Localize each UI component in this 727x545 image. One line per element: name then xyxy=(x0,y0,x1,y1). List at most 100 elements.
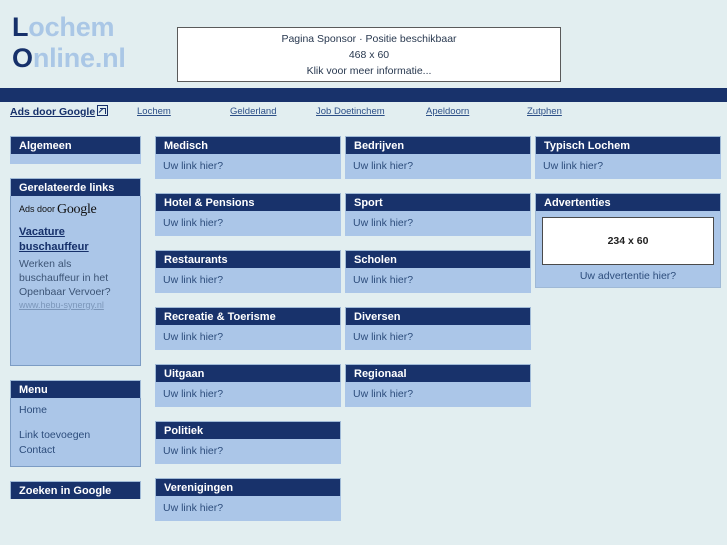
link-here-politiek[interactable]: Uw link hier? xyxy=(163,445,223,457)
sidebar-menu-item-contact[interactable]: Contact xyxy=(19,443,132,458)
logo-rest-ochem: ochem xyxy=(28,12,115,42)
sidebar-panel-menu: Menu Home Link toevoegen Contact xyxy=(10,380,141,467)
sidebar-menu-body: Home Link toevoegen Contact xyxy=(10,398,141,467)
category-panel-hotel-pensions: Hotel & Pensions Uw link hier? xyxy=(155,193,341,236)
sidebar: Algemeen Gerelateerde links Ads door Goog… xyxy=(10,136,141,513)
advertenties-title: Advertenties xyxy=(535,193,721,211)
category-title-politiek: Politiek xyxy=(155,421,341,439)
category-body-politiek: Uw link hier? xyxy=(155,439,341,464)
link-here-bedrijven[interactable]: Uw link hier? xyxy=(353,160,413,172)
logo-rest-nline: nline.nl xyxy=(32,43,126,73)
link-here-restaurants[interactable]: Uw link hier? xyxy=(163,274,223,286)
sidebar-ads-by-text: Ads door xyxy=(19,204,56,214)
category-body-diversen: Uw link hier? xyxy=(345,325,531,350)
category-body-scholen: Uw link hier? xyxy=(345,268,531,293)
category-panel-uitgaan: Uitgaan Uw link hier? xyxy=(155,364,341,407)
google-ads-bar: Ads door Google Lochem Gelderland Job Do… xyxy=(0,103,727,121)
page-header: Lochem Online.nl Pagina Sponsor · Positie… xyxy=(0,0,727,88)
category-title-restaurants: Restaurants xyxy=(155,250,341,268)
category-body-typisch-lochem: Uw link hier? xyxy=(535,154,721,179)
category-body-hotel-pensions: Uw link hier? xyxy=(155,211,341,236)
advertenties-body: 234 x 60 Uw advertentie hier? xyxy=(535,211,721,288)
sponsor-banner[interactable]: Pagina Sponsor · Positie beschikbaar 468… xyxy=(177,27,561,82)
category-title-verenigingen: Verenigingen xyxy=(155,478,341,496)
site-logo[interactable]: Lochem Online.nl xyxy=(12,12,126,74)
category-body-medisch: Uw link hier? xyxy=(155,154,341,179)
sidebar-google-ad: Ads door Google Vacature buschauffeur Werk… xyxy=(10,196,141,366)
category-title-medisch: Medisch xyxy=(155,136,341,154)
sponsor-line-3: Klik voor meer informatie... xyxy=(306,64,432,77)
link-here-regionaal[interactable]: Uw link hier? xyxy=(353,388,413,400)
logo-cap-l: L xyxy=(12,12,29,42)
sidebar-ad-description: Werken als buschauffeur in het Openbaar … xyxy=(19,258,111,298)
category-title-recreatie-toerisme: Recreatie & Toerisme xyxy=(155,307,341,325)
category-body-regionaal: Uw link hier? xyxy=(345,382,531,407)
ads-by-google-label[interactable]: Ads door Google xyxy=(10,105,109,118)
sidebar-panel-related-links: Gerelateerde links Ads door Google Vacatu… xyxy=(10,178,141,366)
ads-by-google-text: Ads door Google xyxy=(10,106,96,118)
ads-nav-link-zutphen[interactable]: Zutphen xyxy=(527,106,562,117)
sponsor-line-1: Pagina Sponsor · Positie beschikbaar xyxy=(281,32,457,45)
category-body-restaurants: Uw link hier? xyxy=(155,268,341,293)
sidebar-panel-related-title: Gerelateerde links xyxy=(10,178,141,196)
category-panel-restaurants: Restaurants Uw link hier? xyxy=(155,250,341,293)
link-here-verenigingen[interactable]: Uw link hier? xyxy=(163,502,223,514)
category-panel-verenigingen: Verenigingen Uw link hier? xyxy=(155,478,341,521)
sidebar-menu-item-link-toevoegen[interactable]: Link toevoegen xyxy=(19,428,132,443)
ads-nav-link-job-doetinchem[interactable]: Job Doetinchem xyxy=(316,106,385,117)
navbar-strip xyxy=(0,88,727,102)
category-title-scholen: Scholen xyxy=(345,250,531,268)
ads-nav-link-gelderland[interactable]: Gelderland xyxy=(230,106,276,117)
category-panel-regionaal: Regionaal Uw link hier? xyxy=(345,364,531,407)
category-title-typisch-lochem: Typisch Lochem xyxy=(535,136,721,154)
ads-nav-link-lochem[interactable]: Lochem xyxy=(137,106,171,117)
sidebar-ads-by-google: Ads door Google xyxy=(19,202,132,218)
link-here-scholen[interactable]: Uw link hier? xyxy=(353,274,413,286)
link-here-sport[interactable]: Uw link hier? xyxy=(353,217,413,229)
sidebar-ad-url[interactable]: www.hebu-synergy.nl xyxy=(19,300,132,310)
google-wordmark: Google xyxy=(57,202,97,217)
logo-cap-o: O xyxy=(12,43,33,73)
ad-placeholder-caption[interactable]: Uw advertentie hier? xyxy=(542,270,714,282)
category-panel-bedrijven: Bedrijven Uw link hier? xyxy=(345,136,531,179)
link-here-uitgaan[interactable]: Uw link hier? xyxy=(163,388,223,400)
category-panel-sport: Sport Uw link hier? xyxy=(345,193,531,236)
category-column-2: Bedrijven Uw link hier? Sport Uw link hi… xyxy=(345,136,531,421)
category-column-3: Typisch Lochem Uw link hier? Advertentie… xyxy=(535,136,721,302)
sponsor-line-2: 468 x 60 xyxy=(348,48,390,61)
category-panel-diversen: Diversen Uw link hier? xyxy=(345,307,531,350)
category-title-regionaal: Regionaal xyxy=(345,364,531,382)
sidebar-ad-title-line1: Vacature xyxy=(19,226,65,238)
sidebar-ad-title-line2: buschauffeur xyxy=(19,241,89,253)
link-here-medisch[interactable]: Uw link hier? xyxy=(163,160,223,172)
category-panel-recreatie-toerisme: Recreatie & Toerisme Uw link hier? xyxy=(155,307,341,350)
category-title-hotel-pensions: Hotel & Pensions xyxy=(155,193,341,211)
sidebar-panel-algemeen: Algemeen xyxy=(10,136,141,164)
sidebar-panel-algemeen-body xyxy=(10,154,141,164)
sidebar-panel-google-search: Zoeken in Google xyxy=(10,481,141,499)
sidebar-panel-menu-title: Menu xyxy=(10,380,141,398)
link-here-hotel-pensions[interactable]: Uw link hier? xyxy=(163,217,223,229)
ad-placeholder-box[interactable]: 234 x 60 xyxy=(542,217,714,265)
category-title-uitgaan: Uitgaan xyxy=(155,364,341,382)
sidebar-panel-search-title: Zoeken in Google xyxy=(10,481,141,499)
category-panel-scholen: Scholen Uw link hier? xyxy=(345,250,531,293)
category-panel-typisch-lochem: Typisch Lochem Uw link hier? xyxy=(535,136,721,179)
link-here-diversen[interactable]: Uw link hier? xyxy=(353,331,413,343)
category-body-recreatie-toerisme: Uw link hier? xyxy=(155,325,341,350)
category-body-uitgaan: Uw link hier? xyxy=(155,382,341,407)
sidebar-ad-title[interactable]: Vacature buschauffeur xyxy=(19,225,132,255)
link-here-recreatie-toerisme[interactable]: Uw link hier? xyxy=(163,331,223,343)
category-panel-politiek: Politiek Uw link hier? xyxy=(155,421,341,464)
panel-advertenties: Advertenties 234 x 60 Uw advertentie hie… xyxy=(535,193,721,288)
link-here-typisch-lochem[interactable]: Uw link hier? xyxy=(543,160,603,172)
category-body-bedrijven: Uw link hier? xyxy=(345,154,531,179)
category-title-bedrijven: Bedrijven xyxy=(345,136,531,154)
sidebar-menu-item-home[interactable]: Home xyxy=(19,403,132,418)
category-body-sport: Uw link hier? xyxy=(345,211,531,236)
ads-nav-link-apeldoorn[interactable]: Apeldoorn xyxy=(426,106,469,117)
sidebar-menu-spacer xyxy=(19,418,132,428)
category-title-sport: Sport xyxy=(345,193,531,211)
category-panel-medisch: Medisch Uw link hier? xyxy=(155,136,341,179)
external-link-icon xyxy=(97,105,109,116)
